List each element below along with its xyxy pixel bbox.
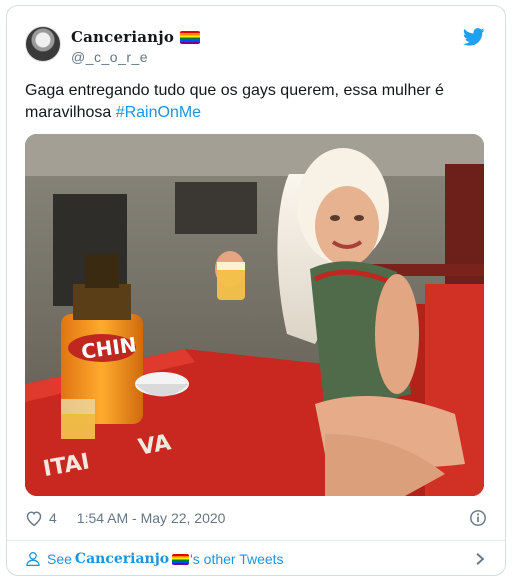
- rainbow-flag-icon: [180, 30, 201, 44]
- footer-suffix: 's other Tweets: [190, 551, 284, 567]
- user-handle[interactable]: @_c_o_r_e: [71, 49, 148, 65]
- tweet-card: Cancerianjo @_c_o_r_e Gaga entregando tu…: [6, 5, 506, 576]
- avatar[interactable]: [25, 26, 61, 62]
- footer-display-name: Cancerianjo: [74, 551, 170, 567]
- info-icon[interactable]: [469, 509, 487, 527]
- tweet-text: Gaga entregando tudo que os gays querem,…: [25, 80, 487, 124]
- twitter-bird-icon[interactable]: [463, 28, 485, 46]
- tweet-timestamp[interactable]: 1:54 AM - May 22, 2020: [77, 510, 226, 526]
- tweet-body: Gaga entregando tudo que os gays querem,…: [25, 82, 444, 121]
- heart-icon[interactable]: [25, 510, 43, 526]
- hashtag-link[interactable]: #RainOnMe: [116, 104, 201, 121]
- display-name-row[interactable]: Cancerianjo: [71, 28, 201, 46]
- footer-prefix: See: [47, 551, 72, 567]
- person-icon: [26, 551, 40, 567]
- chevron-right-icon: [476, 553, 485, 565]
- like-count[interactable]: 4: [49, 510, 57, 526]
- tweet-meta: 4 1:54 AM - May 22, 2020: [25, 506, 487, 530]
- rainbow-flag-icon: [172, 553, 190, 565]
- photo-illustration: CHIN ITAI VA: [25, 134, 484, 496]
- tweet-header: Cancerianjo @_c_o_r_e: [25, 26, 487, 70]
- footer-divider: [7, 540, 505, 541]
- see-other-tweets-link[interactable]: See Cancerianjo 's other Tweets: [25, 547, 487, 571]
- tweet-photo[interactable]: CHIN ITAI VA: [25, 134, 484, 496]
- display-name[interactable]: Cancerianjo: [71, 28, 174, 46]
